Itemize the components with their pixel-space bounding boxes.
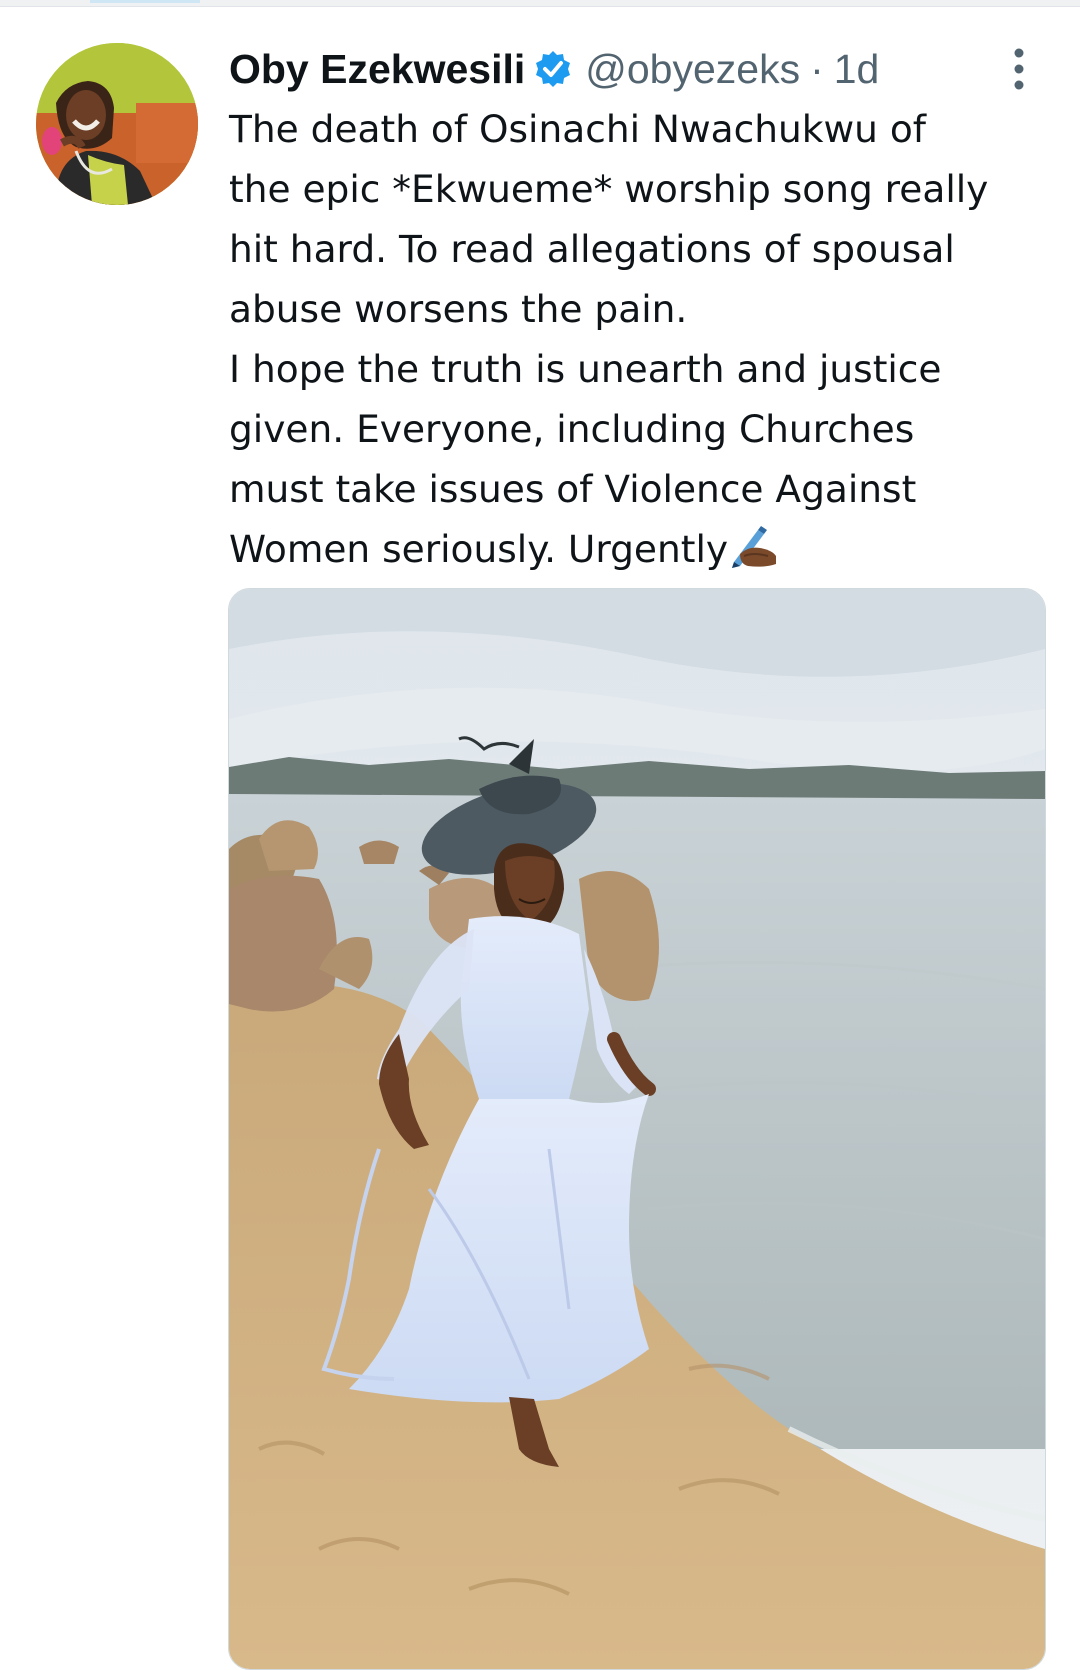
tab-indicator bbox=[90, 0, 200, 3]
tweet-text-line: the epic *Ekwueme* worship song really bbox=[229, 167, 989, 211]
tweet-text-line: hit hard. To read allegations of spousal bbox=[229, 227, 955, 271]
separator-dot: · bbox=[810, 45, 824, 92]
top-divider bbox=[0, 0, 1080, 7]
tweet-text-line: abuse worsens the pain. bbox=[229, 287, 688, 331]
avatar-photo bbox=[36, 43, 198, 205]
tweet-text: The death of Osinachi Nwachukwu of the e… bbox=[229, 99, 1049, 579]
tweet-timestamp[interactable]: 1d bbox=[834, 46, 880, 93]
tweet-photo[interactable] bbox=[228, 588, 1046, 1670]
beach-photo bbox=[229, 589, 1045, 1669]
writing-hand-emoji bbox=[728, 524, 778, 568]
verified-badge-icon bbox=[533, 49, 573, 89]
author-name[interactable]: Oby Ezekwesili bbox=[229, 46, 525, 93]
tweet-text-line: I hope the truth is unearth and justice bbox=[229, 347, 942, 391]
tweet-text-line-last: Women seriously. Urgently bbox=[229, 519, 1049, 579]
tweet-text-line: Women seriously. Urgently bbox=[229, 527, 729, 571]
tweet-header: Oby Ezekwesili @obyezeks · 1d bbox=[229, 40, 879, 98]
tweet-text-line: The death of Osinachi Nwachukwu of bbox=[229, 107, 926, 151]
more-options-icon[interactable] bbox=[1009, 47, 1029, 91]
tweet-text-line: must take issues of Violence Against bbox=[229, 467, 917, 511]
tweet[interactable]: Oby Ezekwesili @obyezeks · 1d The death … bbox=[0, 7, 1080, 1670]
tweet-text-line: given. Everyone, including Churches bbox=[229, 407, 915, 451]
avatar[interactable] bbox=[36, 43, 198, 205]
author-handle[interactable]: @obyezeks bbox=[585, 46, 800, 93]
